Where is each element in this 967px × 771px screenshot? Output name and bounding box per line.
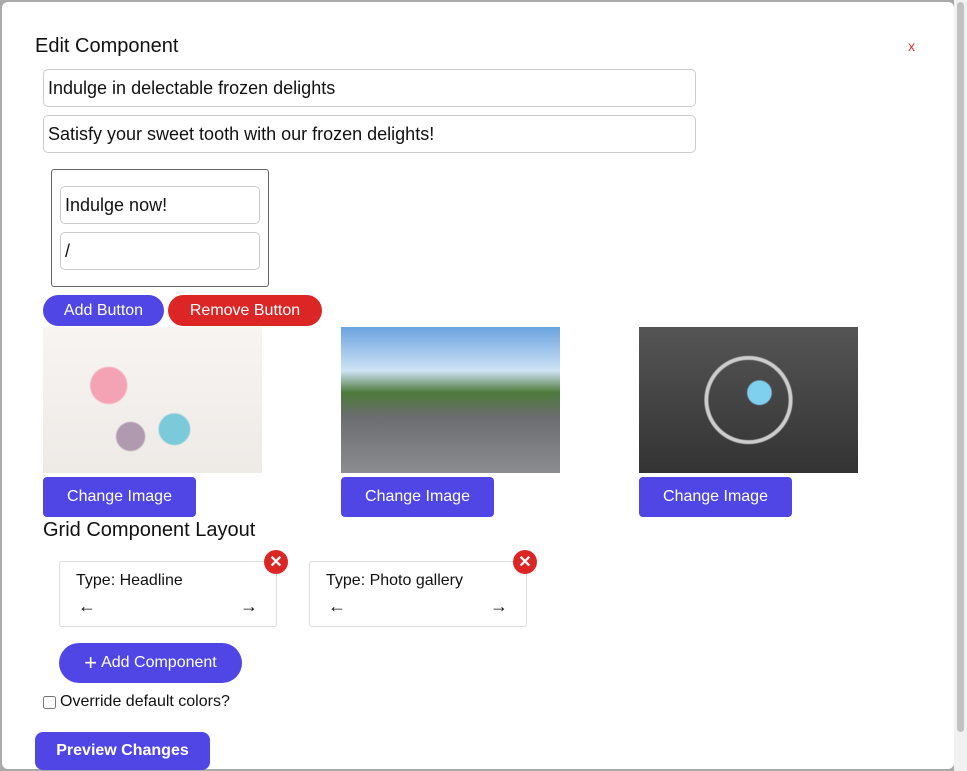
grid-item-label: Type: Headline: [76, 572, 183, 589]
grid-item-label: Type: Photo gallery: [326, 572, 463, 589]
grid-item-photo-gallery: Type: Photo gallery ← →: [309, 561, 527, 627]
override-colors-label: Override default colors?: [60, 693, 230, 710]
remove-grid-item-icon[interactable]: ✕: [264, 550, 288, 574]
override-colors[interactable]: Override default colors?: [43, 693, 230, 711]
close-icon[interactable]: x: [908, 38, 915, 54]
gallery-image-2: [341, 327, 560, 473]
preview-changes-button[interactable]: Preview Changes: [35, 732, 210, 770]
add-component-button[interactable]: + Add Component: [59, 643, 242, 683]
scrollbar-thumb[interactable]: [957, 2, 964, 732]
remove-grid-item-icon[interactable]: ✕: [513, 550, 537, 574]
modal-title: Edit Component: [35, 35, 179, 57]
add-button[interactable]: Add Button: [43, 295, 164, 326]
button-link-input[interactable]: /: [60, 232, 260, 270]
gallery-image-1: [43, 327, 262, 473]
remove-button[interactable]: Remove Button: [168, 295, 322, 326]
arrow-left-icon[interactable]: ←: [328, 596, 346, 617]
grid-item-headline: Type: Headline ← →: [59, 561, 277, 627]
change-image-button-2[interactable]: Change Image: [341, 477, 494, 517]
change-image-button-1[interactable]: Change Image: [43, 477, 196, 517]
add-component-label: Add Component: [101, 654, 217, 671]
arrow-left-icon[interactable]: ←: [78, 596, 96, 617]
arrow-right-icon[interactable]: →: [240, 596, 258, 617]
subheadline-input[interactable]: Satisfy your sweet tooth with our frozen…: [43, 115, 696, 153]
grid-layout-title: Grid Component Layout: [43, 519, 256, 541]
headline-input[interactable]: Indulge in delectable frozen delights: [43, 69, 696, 107]
gallery-image-3: [639, 327, 858, 473]
button-text-input[interactable]: Indulge now!: [60, 186, 260, 224]
override-colors-checkbox[interactable]: [43, 695, 56, 709]
arrow-right-icon[interactable]: →: [490, 596, 508, 617]
change-image-button-3[interactable]: Change Image: [639, 477, 792, 517]
plus-icon: +: [84, 650, 98, 675]
